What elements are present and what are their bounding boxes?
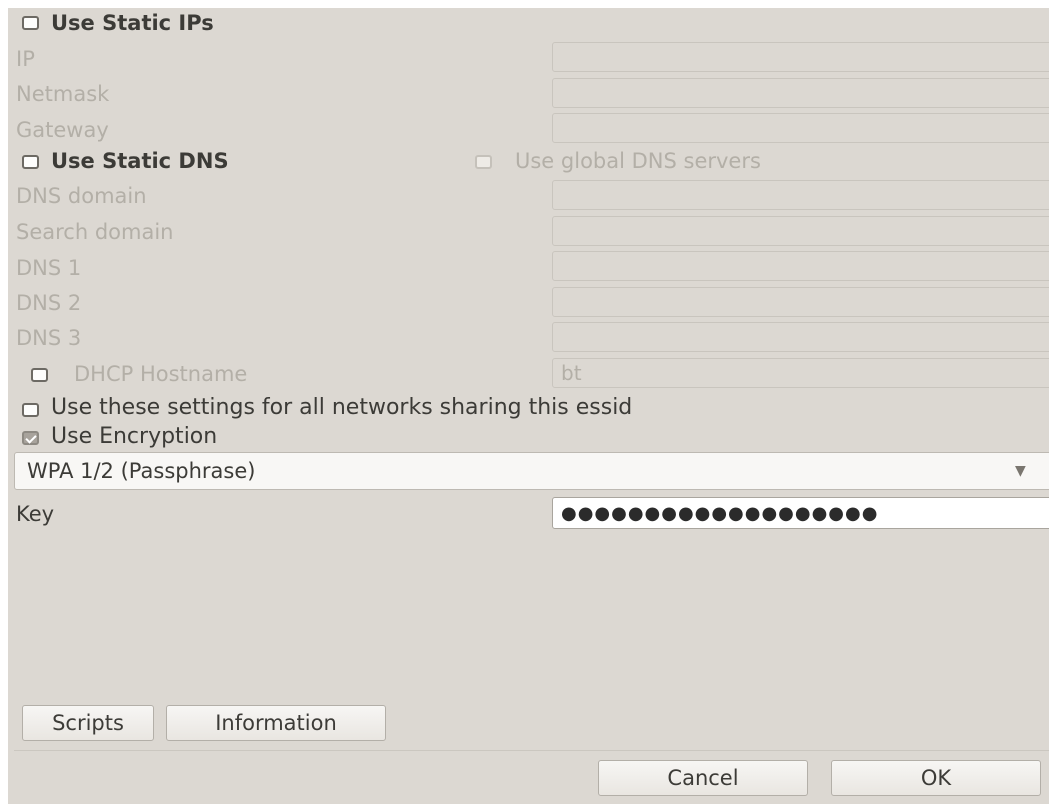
static-dns-checkbox[interactable]	[22, 155, 39, 169]
dhcp-hostname-field[interactable]: bt	[552, 358, 1049, 388]
gateway-field[interactable]	[552, 113, 1049, 143]
gateway-label: Gateway	[16, 118, 109, 142]
window-left-edge	[0, 0, 8, 804]
dns-domain-label: DNS domain	[16, 184, 147, 208]
window-top-edge	[0, 0, 1049, 8]
key-field[interactable]: ●●●●●●●●●●●●●●●●●●●	[552, 497, 1049, 529]
search-domain-label: Search domain	[16, 220, 174, 244]
dns-2-field[interactable]	[552, 287, 1049, 317]
dhcp-hostname-checkbox[interactable]	[31, 368, 48, 382]
key-label: Key	[16, 502, 55, 526]
dns-3-label: DNS 3	[16, 326, 82, 350]
cancel-button[interactable]: Cancel	[598, 760, 808, 796]
dns-2-label: DNS 2	[16, 291, 82, 315]
netmask-field[interactable]	[552, 78, 1049, 108]
netmask-label: Netmask	[16, 82, 110, 106]
essid-settings-label: Use these settings for all networks shar…	[51, 395, 633, 420]
search-domain-field[interactable]	[552, 216, 1049, 246]
button-separator	[14, 750, 1049, 751]
static-ip-checkbox[interactable]	[22, 16, 39, 30]
dhcp-hostname-label: DHCP Hostname	[74, 362, 248, 386]
ip-field[interactable]	[552, 42, 1049, 72]
chevron-down-icon: ▼	[1015, 463, 1026, 479]
encryption-type-value: WPA 1/2 (Passphrase)	[27, 459, 256, 483]
global-dns-checkbox[interactable]	[475, 155, 492, 169]
static-dns-label: Use Static DNS	[51, 149, 229, 173]
dns-1-label: DNS 1	[16, 256, 82, 280]
dns-1-field[interactable]	[552, 251, 1049, 281]
essid-settings-checkbox[interactable]	[22, 403, 39, 417]
encryption-type-select[interactable]: WPA 1/2 (Passphrase) ▼	[14, 452, 1049, 490]
global-dns-label: Use global DNS servers	[515, 149, 761, 173]
scripts-button[interactable]: Scripts	[22, 705, 154, 741]
ip-label: IP	[16, 47, 35, 71]
information-button[interactable]: Information	[166, 705, 386, 741]
key-value: ●●●●●●●●●●●●●●●●●●●	[561, 503, 879, 524]
dns-3-field[interactable]	[552, 322, 1049, 352]
static-ip-label: Use Static IPs	[51, 11, 214, 35]
encryption-label: Use Encryption	[51, 424, 218, 449]
ok-button[interactable]: OK	[831, 760, 1041, 796]
encryption-checkbox[interactable]	[22, 431, 39, 445]
dns-domain-field[interactable]	[552, 180, 1049, 210]
